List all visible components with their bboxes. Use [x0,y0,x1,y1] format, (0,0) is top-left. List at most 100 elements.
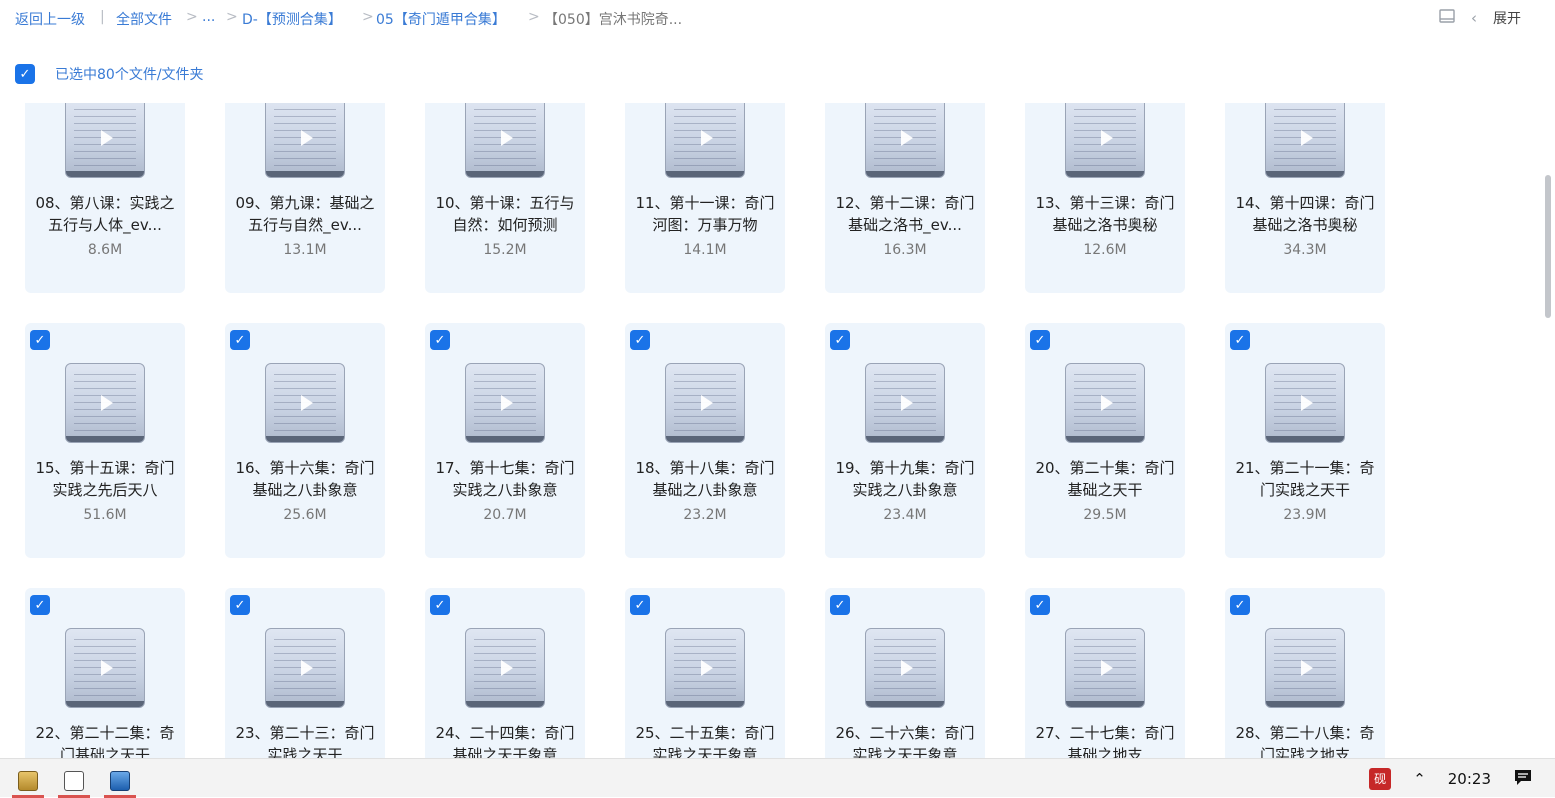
file-name: 18、第十八集：奇门基础之八卦象意 [635,459,775,499]
breadcrumb-current: 【050】宫沐书院奇... [544,12,683,28]
file-card[interactable]: ✓14、第十四课：奇门基础之洛书奥秘34.3M [1225,103,1385,293]
file-checkbox[interactable]: ✓ [1230,595,1250,615]
video-thumbnail[interactable] [665,628,745,708]
file-name: 11、第十一课：奇门河图：万事万物 [635,194,775,234]
video-thumbnail[interactable] [865,103,945,178]
video-thumbnail[interactable] [1065,103,1145,178]
breadcrumb: 返回上一级 | 全部文件 > ... > D-【预测合集】 > 05【奇门遁甲合… [0,0,1555,38]
video-thumbnail[interactable] [1065,363,1145,443]
file-card[interactable]: ✓ 24、二十四集：奇门基础之天干象意 [425,588,585,758]
breadcrumb-ellipsis[interactable]: ... [202,9,215,25]
file-checkbox[interactable]: ✓ [1230,330,1250,350]
file-checkbox[interactable]: ✓ [830,595,850,615]
breadcrumb-separator: | [100,9,105,25]
file-size: 14.1M [683,242,727,258]
play-icon [1095,658,1115,678]
video-thumbnail[interactable] [265,103,345,178]
back-link[interactable]: 返回上一级 [15,9,85,29]
video-thumbnail[interactable] [1265,628,1345,708]
file-size: 23.9M [1283,507,1327,523]
video-thumbnail[interactable] [65,363,145,443]
file-size: 29.5M [1083,507,1127,523]
file-checkbox[interactable]: ✓ [830,330,850,350]
file-card[interactable]: ✓ 19、第十九集：奇门实践之八卦象意 23.4M [825,323,985,558]
file-card[interactable]: ✓ 26、二十六集：奇门实践之天干象意 [825,588,985,758]
file-card[interactable]: ✓13、第十三课：奇门基础之洛书奥秘12.6M [1025,103,1185,293]
file-checkbox[interactable]: ✓ [1030,595,1050,615]
file-card[interactable]: ✓ 17、第十七集：奇门实践之八卦象意 20.7M [425,323,585,558]
video-thumbnail[interactable] [65,103,145,178]
panel-icon[interactable] [1439,9,1455,27]
selection-bar: ✓ 已选中80个文件/文件夹 [15,62,204,86]
file-checkbox[interactable]: ✓ [230,330,250,350]
file-card[interactable]: ✓ 16、第十六集：奇门基础之八卦象意 25.6M [225,323,385,558]
file-size: 23.2M [683,507,727,523]
play-icon [1295,658,1315,678]
select-all-checkbox[interactable]: ✓ [15,64,35,84]
notification-icon[interactable] [1513,768,1533,790]
file-card[interactable]: ✓ 21、第二十一集：奇门实践之天干 23.9M [1225,323,1385,558]
video-thumbnail[interactable] [465,363,545,443]
breadcrumb-level2[interactable]: 05【奇门遁甲合集】 [376,9,506,29]
file-card[interactable]: ✓11、第十一课：奇门河图：万事万物14.1M [625,103,785,293]
breadcrumb-arrow: > [226,9,238,25]
file-card[interactable]: ✓ 28、第二十八集：奇门实践之地支 [1225,588,1385,758]
play-icon [1295,393,1315,413]
file-card[interactable]: ✓10、第十课：五行与自然：如何预测15.2M [425,103,585,293]
file-card[interactable]: ✓ 22、第二十二集：奇门基础之天干 [25,588,185,758]
file-checkbox[interactable]: ✓ [30,330,50,350]
video-thumbnail[interactable] [1265,103,1345,178]
video-thumbnail[interactable] [265,363,345,443]
play-icon [1095,128,1115,148]
video-thumbnail[interactable] [1065,628,1145,708]
taskbar-app[interactable] [56,763,92,798]
taskbar-app[interactable] [10,763,46,798]
file-size: 12.6M [1083,242,1127,258]
video-thumbnail[interactable] [65,628,145,708]
video-thumbnail[interactable] [465,103,545,178]
clock[interactable]: 20:23 [1448,770,1491,788]
video-thumbnail[interactable] [865,363,945,443]
scrollbar[interactable] [1545,175,1551,318]
file-name: 25、二十五集：奇门实践之天干象意 [635,724,775,758]
chevron-left-icon[interactable]: ‹ [1471,9,1477,27]
play-icon [95,658,115,678]
file-checkbox[interactable]: ✓ [630,595,650,615]
video-thumbnail[interactable] [865,628,945,708]
taskbar-app[interactable] [102,763,138,798]
breadcrumb-all-files[interactable]: 全部文件 [116,9,172,29]
play-icon [1095,393,1115,413]
file-card[interactable]: ✓09、第九课：基础之五行与自然_ev...13.1M [225,103,385,293]
play-icon [495,658,515,678]
breadcrumb-level1[interactable]: D-【预测合集】 [242,9,342,29]
video-thumbnail[interactable] [465,628,545,708]
file-checkbox[interactable]: ✓ [430,595,450,615]
file-card[interactable]: ✓ 15、第十五课：奇门实践之先后天八 51.6M [25,323,185,558]
selection-count: 已选中80个文件/文件夹 [55,67,204,83]
play-icon [95,393,115,413]
file-card[interactable]: ✓12、第十二课：奇门基础之洛书_ev...16.3M [825,103,985,293]
file-checkbox[interactable]: ✓ [430,330,450,350]
file-card[interactable]: ✓ 18、第十八集：奇门基础之八卦象意 23.2M [625,323,785,558]
video-thumbnail[interactable] [265,628,345,708]
file-card[interactable]: ✓08、第八课：实践之五行与人体_ev...8.6M [25,103,185,293]
file-card[interactable]: ✓ 20、第二十集：奇门基础之天干 29.5M [1025,323,1185,558]
file-checkbox[interactable]: ✓ [1030,330,1050,350]
file-name: 17、第十七集：奇门实践之八卦象意 [435,459,575,499]
file-card[interactable]: ✓ 27、二十七集：奇门基础之地支 [1025,588,1185,758]
tray-app-icon[interactable]: 砚 [1369,767,1392,790]
file-card[interactable]: ✓ 25、二十五集：奇门实践之天干象意 [625,588,785,758]
play-icon [695,393,715,413]
video-thumbnail[interactable] [1265,363,1345,443]
file-card[interactable]: ✓ 23、第二十三：奇门实践之天干 [225,588,385,758]
file-checkbox[interactable]: ✓ [630,330,650,350]
expand-button[interactable]: 展开 [1493,8,1521,28]
file-checkbox[interactable]: ✓ [30,595,50,615]
play-icon [95,128,115,148]
video-thumbnail[interactable] [665,363,745,443]
file-size: 23.4M [883,507,927,523]
breadcrumb-arrow: > [362,9,374,25]
video-thumbnail[interactable] [665,103,745,178]
tray-expand-icon[interactable]: ⌃ [1413,770,1426,788]
file-checkbox[interactable]: ✓ [230,595,250,615]
